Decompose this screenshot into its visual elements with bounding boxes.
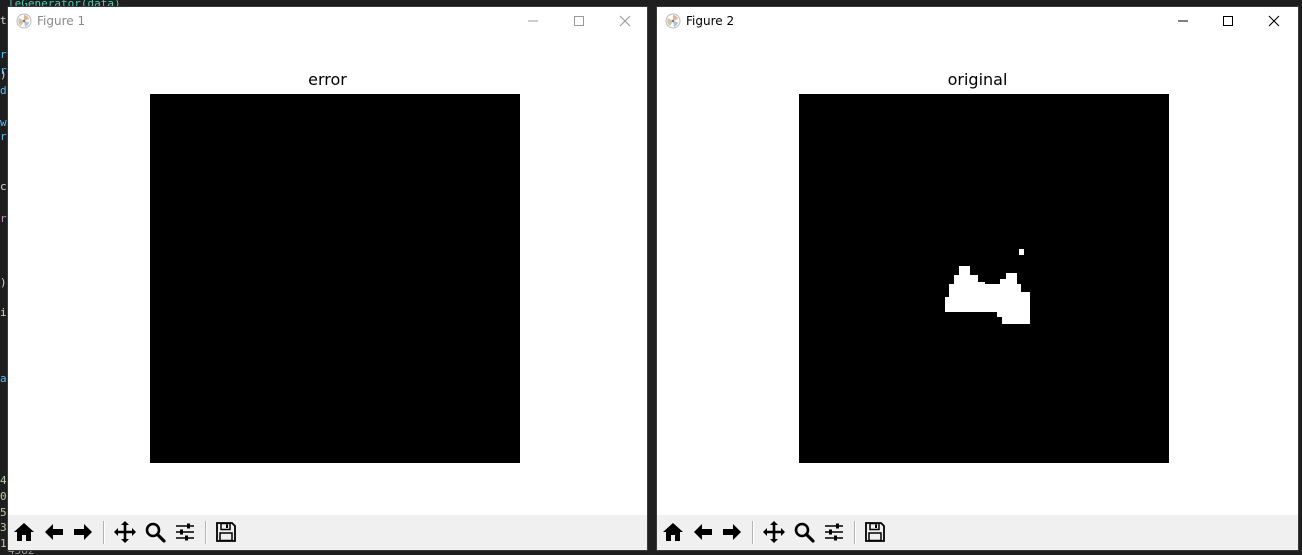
navigation-toolbar	[8, 515, 647, 550]
navigation-toolbar	[657, 515, 1298, 550]
editor-code-fragment: 3	[0, 521, 7, 534]
home-icon[interactable]	[660, 519, 686, 545]
toolbar-separator	[103, 521, 105, 544]
figure-window-2[interactable]: Figure 2 original	[656, 6, 1299, 551]
close-button[interactable]	[602, 7, 648, 35]
editor-code-fragment: a	[0, 372, 7, 385]
desktop: trr)dwrcr)ia40531 leGenerator(data) 4582…	[0, 0, 1302, 555]
forward-arrow-icon[interactable]	[719, 519, 745, 545]
editor-code-fragment: 4	[0, 474, 7, 487]
title-bar[interactable]: Figure 1	[8, 7, 647, 35]
minimize-button[interactable]	[1160, 7, 1206, 35]
window-title: Figure 1	[37, 14, 86, 28]
save-floppy-icon[interactable]	[862, 519, 888, 545]
toolbar-separator	[854, 521, 856, 544]
subplots-config-icon[interactable]	[172, 519, 198, 545]
figure-window-1[interactable]: Figure 1 error	[7, 6, 648, 551]
window-gap	[648, 0, 656, 555]
editor-code-fragment: )	[0, 276, 7, 289]
back-arrow-icon[interactable]	[41, 519, 67, 545]
toolbar-separator	[752, 521, 754, 544]
editor-code-fragment: r	[0, 212, 7, 225]
mask-region	[945, 249, 1030, 324]
pan-move-icon[interactable]	[761, 519, 787, 545]
minimize-button[interactable]	[510, 7, 556, 35]
title-bar[interactable]: Figure 2	[657, 7, 1298, 35]
window-title: Figure 2	[686, 14, 735, 28]
editor-code-fragment: 5	[0, 506, 7, 519]
zoom-magnifier-icon[interactable]	[142, 519, 168, 545]
matplotlib-app-icon	[665, 13, 681, 29]
editor-code-fragment: d	[0, 84, 7, 97]
subplots-config-icon[interactable]	[821, 519, 847, 545]
matplotlib-app-icon	[16, 13, 32, 29]
close-button[interactable]	[1251, 7, 1297, 35]
image-axes[interactable]	[799, 94, 1169, 463]
plot-title: original	[947, 70, 1008, 89]
back-arrow-icon[interactable]	[690, 519, 716, 545]
editor-code-fragment: 1	[0, 537, 7, 550]
pan-move-icon[interactable]	[112, 519, 138, 545]
maximize-button[interactable]	[556, 7, 602, 35]
editor-code-fragment: c	[0, 180, 7, 193]
editor-code-fragment: r	[0, 130, 7, 143]
editor-code-fragment: )	[0, 68, 7, 81]
plot-title: error	[308, 70, 347, 89]
editor-code-fragment: i	[0, 306, 7, 319]
home-icon[interactable]	[11, 519, 37, 545]
zoom-magnifier-icon[interactable]	[791, 519, 817, 545]
editor-code-fragment: 0	[0, 490, 7, 503]
editor-code-fragment: r	[0, 48, 7, 61]
maximize-button[interactable]	[1205, 7, 1251, 35]
save-floppy-icon[interactable]	[213, 519, 239, 545]
toolbar-separator	[205, 521, 207, 544]
editor-code-fragment: t	[0, 14, 7, 27]
editor-code-fragment: w	[0, 116, 7, 129]
image-axes[interactable]	[150, 94, 520, 463]
forward-arrow-icon[interactable]	[70, 519, 96, 545]
